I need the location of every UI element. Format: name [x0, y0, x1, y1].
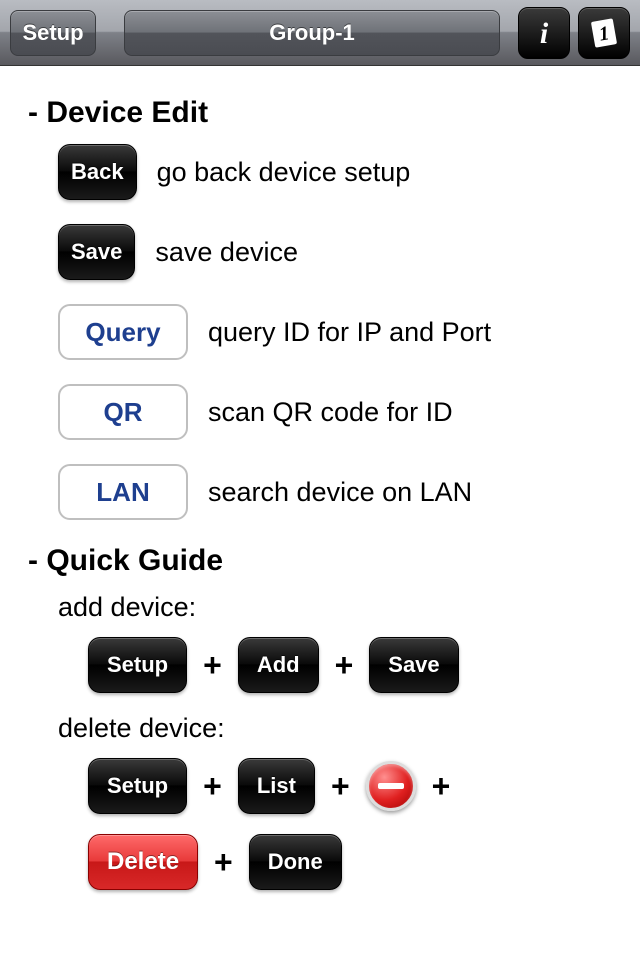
svg-text:i: i: [540, 17, 549, 50]
query-description: query ID for IP and Port: [208, 317, 491, 348]
save-button[interactable]: Save: [58, 224, 135, 280]
quick-guide-heading: - Quick Guide: [28, 544, 612, 578]
info-button[interactable]: i: [518, 7, 570, 59]
page-button[interactable]: 1: [578, 7, 630, 59]
info-icon: i: [526, 15, 562, 51]
qr-button[interactable]: QR: [58, 384, 188, 440]
back-description: go back device setup: [157, 157, 411, 188]
step-setup-button[interactable]: Setup: [88, 758, 187, 814]
plus-icon: +: [335, 647, 354, 684]
device-edit-heading: - Device Edit: [28, 96, 612, 130]
qr-description: scan QR code for ID: [208, 397, 453, 428]
plus-icon: +: [203, 768, 222, 805]
back-button[interactable]: Back: [58, 144, 137, 200]
row-save: Save save device: [58, 224, 612, 280]
delete-device-label: delete device:: [58, 713, 612, 744]
add-device-steps: Setup + Add + Save: [88, 637, 612, 693]
toolbar: Setup Group-1 i 1: [0, 0, 640, 66]
row-query: Query query ID for IP and Port: [58, 304, 612, 360]
row-lan: LAN search device on LAN: [58, 464, 612, 520]
lan-button[interactable]: LAN: [58, 464, 188, 520]
step-add-button[interactable]: Add: [238, 637, 319, 693]
row-qr: QR scan QR code for ID: [58, 384, 612, 440]
plus-icon: +: [203, 647, 222, 684]
plus-icon: +: [432, 768, 451, 805]
step-delete-button[interactable]: Delete: [88, 834, 198, 890]
delete-device-steps-1: Setup + List + +: [88, 758, 612, 814]
plus-icon: +: [214, 844, 233, 881]
add-device-label: add device:: [58, 592, 612, 623]
step-list-button[interactable]: List: [238, 758, 315, 814]
remove-icon[interactable]: [366, 761, 416, 811]
query-button[interactable]: Query: [58, 304, 188, 360]
save-description: save device: [155, 237, 298, 268]
step-save-button[interactable]: Save: [369, 637, 458, 693]
step-setup-button[interactable]: Setup: [88, 637, 187, 693]
delete-device-steps-2: Delete + Done: [88, 834, 612, 890]
group-title-button[interactable]: Group-1: [124, 10, 500, 56]
plus-icon: +: [331, 768, 350, 805]
page-icon: 1: [586, 15, 622, 51]
setup-button[interactable]: Setup: [10, 10, 96, 56]
content: - Device Edit Back go back device setup …: [0, 66, 640, 928]
lan-description: search device on LAN: [208, 477, 472, 508]
step-done-button[interactable]: Done: [249, 834, 342, 890]
row-back: Back go back device setup: [58, 144, 612, 200]
